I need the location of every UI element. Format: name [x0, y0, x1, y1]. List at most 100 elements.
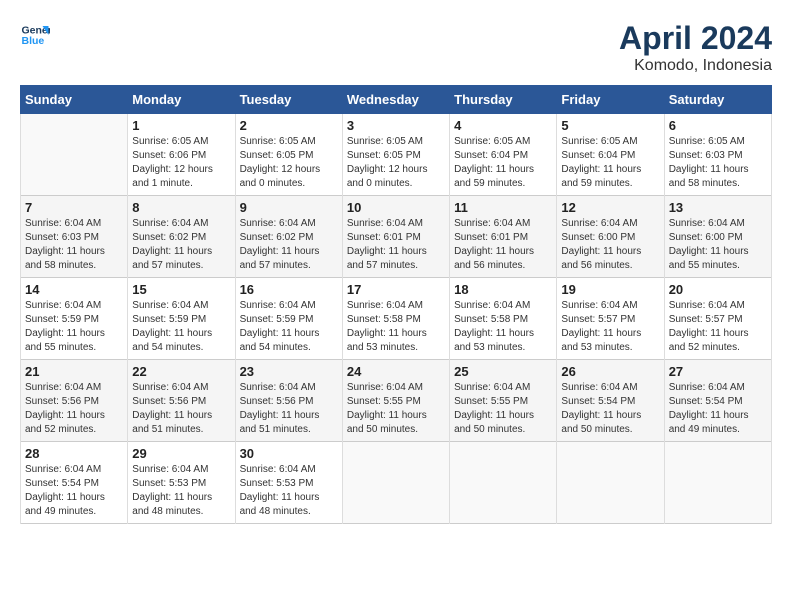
day-info: Sunrise: 6:04 AM Sunset: 5:55 PM Dayligh…	[347, 381, 445, 437]
calendar-cell: 27 Sunrise: 6:04 AM Sunset: 5:54 PM Dayli…	[664, 360, 771, 442]
day-number: 17	[347, 282, 445, 297]
day-info: Sunrise: 6:04 AM Sunset: 5:59 PM Dayligh…	[132, 299, 230, 355]
calendar-cell: 22 Sunrise: 6:04 AM Sunset: 5:56 PM Dayli…	[128, 360, 235, 442]
day-of-week-header: Saturday	[664, 86, 771, 114]
day-info: Sunrise: 6:04 AM Sunset: 6:00 PM Dayligh…	[669, 217, 767, 273]
day-number: 8	[132, 200, 230, 215]
day-info: Sunrise: 6:05 AM Sunset: 6:05 PM Dayligh…	[240, 135, 338, 191]
calendar-cell: 6 Sunrise: 6:05 AM Sunset: 6:03 PM Daylig…	[664, 114, 771, 196]
day-info: Sunrise: 6:04 AM Sunset: 5:57 PM Dayligh…	[669, 299, 767, 355]
day-info: Sunrise: 6:05 AM Sunset: 6:03 PM Dayligh…	[669, 135, 767, 191]
day-number: 30	[240, 446, 338, 461]
calendar-cell: 28Sunrise: 6:04 AM Sunset: 5:54 PM Dayli…	[21, 442, 128, 524]
day-info: Sunrise: 6:04 AM Sunset: 5:58 PM Dayligh…	[347, 299, 445, 355]
calendar-cell: 7Sunrise: 6:04 AM Sunset: 6:03 PM Daylig…	[21, 196, 128, 278]
calendar-cell: 24 Sunrise: 6:04 AM Sunset: 5:55 PM Dayli…	[342, 360, 449, 442]
day-number: 24	[347, 364, 445, 379]
day-info: Sunrise: 6:04 AM Sunset: 5:53 PM Dayligh…	[240, 463, 338, 519]
day-number: 12	[561, 200, 659, 215]
day-number: 29	[132, 446, 230, 461]
day-number: 28	[25, 446, 123, 461]
calendar-week-row: 1 Sunrise: 6:05 AM Sunset: 6:06 PM Daylig…	[21, 114, 772, 196]
calendar-week-row: 21 Sunrise: 6:04 AM Sunset: 5:56 PM Dayli…	[21, 360, 772, 442]
day-number: 22	[132, 364, 230, 379]
day-number: 10	[347, 200, 445, 215]
day-number: 26	[561, 364, 659, 379]
calendar-cell: 3 Sunrise: 6:05 AM Sunset: 6:05 PM Daylig…	[342, 114, 449, 196]
calendar-week-row: 7Sunrise: 6:04 AM Sunset: 6:03 PM Daylig…	[21, 196, 772, 278]
day-number: 2	[240, 118, 338, 133]
calendar-cell: 25 Sunrise: 6:04 AM Sunset: 5:55 PM Dayli…	[450, 360, 557, 442]
page-header: General Blue April 2024 Komodo, Indonesi…	[20, 20, 772, 75]
day-number: 23	[240, 364, 338, 379]
day-info: Sunrise: 6:04 AM Sunset: 5:56 PM Dayligh…	[25, 381, 123, 437]
day-of-week-header: Friday	[557, 86, 664, 114]
logo-icon: General Blue	[20, 20, 50, 50]
calendar-cell: 10 Sunrise: 6:04 AM Sunset: 6:01 PM Dayli…	[342, 196, 449, 278]
calendar-week-row: 28Sunrise: 6:04 AM Sunset: 5:54 PM Dayli…	[21, 442, 772, 524]
day-info: Sunrise: 6:04 AM Sunset: 5:54 PM Dayligh…	[669, 381, 767, 437]
day-info: Sunrise: 6:04 AM Sunset: 5:55 PM Dayligh…	[454, 381, 552, 437]
calendar-cell	[21, 114, 128, 196]
day-of-week-header: Tuesday	[235, 86, 342, 114]
calendar-cell: 4Sunrise: 6:05 AM Sunset: 6:04 PM Daylig…	[450, 114, 557, 196]
day-number: 1	[132, 118, 230, 133]
day-number: 13	[669, 200, 767, 215]
calendar-cell: 12 Sunrise: 6:04 AM Sunset: 6:00 PM Dayli…	[557, 196, 664, 278]
calendar-cell: 23 Sunrise: 6:04 AM Sunset: 5:56 PM Dayli…	[235, 360, 342, 442]
day-info: Sunrise: 6:04 AM Sunset: 5:57 PM Dayligh…	[561, 299, 659, 355]
calendar-cell: 18 Sunrise: 6:04 AM Sunset: 5:58 PM Dayli…	[450, 278, 557, 360]
calendar-cell: 14 Sunrise: 6:04 AM Sunset: 5:59 PM Dayli…	[21, 278, 128, 360]
calendar-cell: 29 Sunrise: 6:04 AM Sunset: 5:53 PM Dayli…	[128, 442, 235, 524]
day-info: Sunrise: 6:04 AM Sunset: 5:56 PM Dayligh…	[132, 381, 230, 437]
day-of-week-header: Monday	[128, 86, 235, 114]
day-number: 6	[669, 118, 767, 133]
day-number: 21	[25, 364, 123, 379]
location-subtitle: Komodo, Indonesia	[619, 57, 772, 75]
calendar-header-row: SundayMondayTuesdayWednesdayThursdayFrid…	[21, 86, 772, 114]
day-number: 3	[347, 118, 445, 133]
day-number: 20	[669, 282, 767, 297]
calendar-cell	[664, 442, 771, 524]
day-number: 18	[454, 282, 552, 297]
day-info: Sunrise: 6:05 AM Sunset: 6:05 PM Dayligh…	[347, 135, 445, 191]
calendar-table: SundayMondayTuesdayWednesdayThursdayFrid…	[20, 85, 772, 524]
calendar-cell	[450, 442, 557, 524]
title-block: April 2024 Komodo, Indonesia	[619, 20, 772, 75]
calendar-week-row: 14 Sunrise: 6:04 AM Sunset: 5:59 PM Dayli…	[21, 278, 772, 360]
calendar-cell: 20 Sunrise: 6:04 AM Sunset: 5:57 PM Dayli…	[664, 278, 771, 360]
day-number: 14	[25, 282, 123, 297]
day-info: Sunrise: 6:04 AM Sunset: 6:00 PM Dayligh…	[561, 217, 659, 273]
day-info: Sunrise: 6:04 AM Sunset: 6:01 PM Dayligh…	[454, 217, 552, 273]
day-of-week-header: Wednesday	[342, 86, 449, 114]
day-info: Sunrise: 6:04 AM Sunset: 5:58 PM Dayligh…	[454, 299, 552, 355]
calendar-cell: 26Sunrise: 6:04 AM Sunset: 5:54 PM Dayli…	[557, 360, 664, 442]
day-number: 5	[561, 118, 659, 133]
day-of-week-header: Thursday	[450, 86, 557, 114]
day-number: 9	[240, 200, 338, 215]
calendar-cell: 30 Sunrise: 6:04 AM Sunset: 5:53 PM Dayli…	[235, 442, 342, 524]
logo: General Blue	[20, 20, 50, 50]
day-number: 25	[454, 364, 552, 379]
day-info: Sunrise: 6:04 AM Sunset: 6:01 PM Dayligh…	[347, 217, 445, 273]
calendar-cell: 11 Sunrise: 6:04 AM Sunset: 6:01 PM Dayli…	[450, 196, 557, 278]
calendar-cell: 2 Sunrise: 6:05 AM Sunset: 6:05 PM Daylig…	[235, 114, 342, 196]
day-info: Sunrise: 6:04 AM Sunset: 6:02 PM Dayligh…	[240, 217, 338, 273]
day-number: 15	[132, 282, 230, 297]
day-number: 19	[561, 282, 659, 297]
day-number: 11	[454, 200, 552, 215]
day-number: 27	[669, 364, 767, 379]
svg-text:Blue: Blue	[22, 35, 45, 47]
calendar-cell	[557, 442, 664, 524]
day-info: Sunrise: 6:04 AM Sunset: 6:03 PM Dayligh…	[25, 217, 123, 273]
calendar-cell	[342, 442, 449, 524]
day-info: Sunrise: 6:05 AM Sunset: 6:06 PM Dayligh…	[132, 135, 230, 191]
day-info: Sunrise: 6:04 AM Sunset: 5:59 PM Dayligh…	[240, 299, 338, 355]
calendar-cell: 13 Sunrise: 6:04 AM Sunset: 6:00 PM Dayli…	[664, 196, 771, 278]
day-info: Sunrise: 6:04 AM Sunset: 5:53 PM Dayligh…	[132, 463, 230, 519]
calendar-cell: 1 Sunrise: 6:05 AM Sunset: 6:06 PM Daylig…	[128, 114, 235, 196]
calendar-cell: 9 Sunrise: 6:04 AM Sunset: 6:02 PM Daylig…	[235, 196, 342, 278]
day-info: Sunrise: 6:04 AM Sunset: 5:56 PM Dayligh…	[240, 381, 338, 437]
calendar-cell: 17 Sunrise: 6:04 AM Sunset: 5:58 PM Dayli…	[342, 278, 449, 360]
day-info: Sunrise: 6:04 AM Sunset: 5:59 PM Dayligh…	[25, 299, 123, 355]
